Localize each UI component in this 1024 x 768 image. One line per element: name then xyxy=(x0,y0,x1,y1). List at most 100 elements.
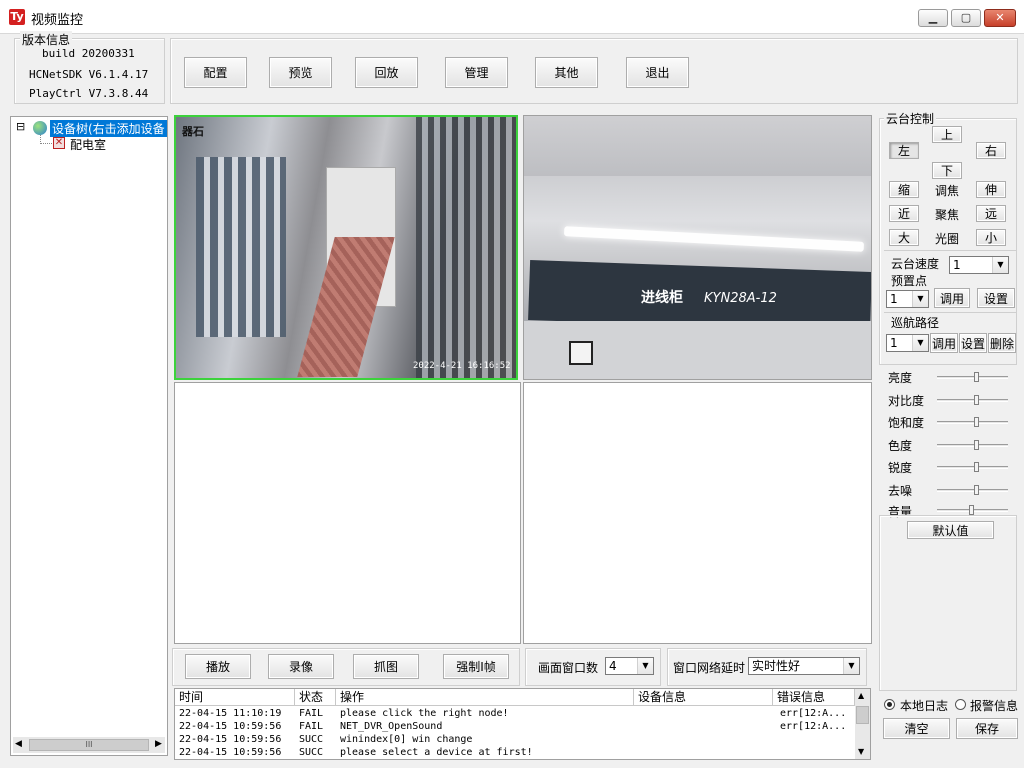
scroll-thumb[interactable] xyxy=(856,706,869,724)
tree-horizontal-scrollbar[interactable]: ◀ III ▶ xyxy=(13,737,165,753)
preview-button[interactable]: 预览 xyxy=(269,57,332,88)
alarm-info-label[interactable]: 报警信息 xyxy=(970,697,1018,714)
hue-label: 色度 xyxy=(888,439,913,453)
scroll-right-icon[interactable]: ▶ xyxy=(155,739,162,749)
tree-child-node[interactable]: 配电室 xyxy=(70,136,106,153)
log-error: err[12:A... xyxy=(780,721,847,732)
contrast-slider[interactable] xyxy=(937,399,1008,402)
column-header-error-info[interactable]: 错误信息 xyxy=(773,689,855,705)
log-error: err[12:A... xyxy=(780,708,847,719)
video-pane-4[interactable] xyxy=(523,382,872,644)
sharpness-slider[interactable] xyxy=(937,466,1008,469)
column-header-time[interactable]: 时间 xyxy=(175,689,295,705)
ptz-right-button[interactable]: 右 xyxy=(976,142,1006,159)
log-vertical-scrollbar[interactable]: ▲ ▼ xyxy=(855,689,870,759)
close-button[interactable]: ✕ xyxy=(984,9,1016,27)
window-count-select[interactable]: 4 ▼ xyxy=(605,657,654,675)
floor-mat xyxy=(297,237,395,377)
denoise-label: 去噪 xyxy=(888,484,913,498)
zoom-in-button[interactable]: 缩 xyxy=(889,181,919,198)
hue-slider[interactable] xyxy=(937,444,1008,447)
focus-near-button[interactable]: 近 xyxy=(889,205,919,222)
scroll-thumb[interactable]: III xyxy=(29,739,149,751)
log-time: 22-04-15 11:10:19 xyxy=(179,708,282,719)
default-values-button[interactable]: 默认值 xyxy=(907,521,994,539)
chevron-down-icon[interactable]: ▼ xyxy=(912,335,928,351)
build-text: build 20200331 xyxy=(42,47,135,60)
cruise-set-button[interactable]: 设置 xyxy=(959,333,987,353)
video-pane-2[interactable]: 进线柜 KYN28A-12 xyxy=(523,115,872,380)
ptz-down-button[interactable]: 下 xyxy=(932,162,962,179)
local-log-label[interactable]: 本地日志 xyxy=(900,697,948,714)
iris-small-button[interactable]: 小 xyxy=(976,229,1006,246)
force-iframe-button[interactable]: 强制I帧 xyxy=(443,654,509,679)
network-delay-select[interactable]: 实时性好 ▼ xyxy=(748,657,860,675)
chevron-down-icon[interactable]: ▼ xyxy=(992,257,1008,273)
hue-thumb[interactable] xyxy=(974,440,979,450)
video-pane-3[interactable] xyxy=(174,382,521,644)
sharpness-label: 锐度 xyxy=(888,461,913,475)
column-header-operation[interactable]: 操作 xyxy=(336,689,634,705)
column-header-device-info[interactable]: 设备信息 xyxy=(634,689,773,705)
iris-big-button[interactable]: 大 xyxy=(889,229,919,246)
volume-thumb[interactable] xyxy=(969,505,974,515)
brightness-slider[interactable] xyxy=(937,376,1008,379)
other-button[interactable]: 其他 xyxy=(535,57,598,88)
ptz-up-button[interactable]: 上 xyxy=(932,126,962,143)
record-button[interactable]: 录像 xyxy=(268,654,334,679)
scroll-left-icon[interactable]: ◀ xyxy=(15,739,22,749)
playback-button[interactable]: 回放 xyxy=(355,57,418,88)
alarm-info-radio[interactable] xyxy=(955,699,966,710)
exit-button[interactable]: 退出 xyxy=(626,57,689,88)
ptz-speed-select[interactable]: 1 ▼ xyxy=(949,256,1009,274)
chevron-down-icon[interactable]: ▼ xyxy=(637,658,653,674)
brightness-label: 亮度 xyxy=(888,371,913,385)
clear-log-button[interactable]: 清空 xyxy=(883,718,950,739)
maximize-icon: ▢ xyxy=(960,11,972,24)
play-button[interactable]: 播放 xyxy=(185,654,251,679)
contrast-thumb[interactable] xyxy=(974,395,979,405)
chevron-down-icon[interactable]: ▼ xyxy=(843,658,859,674)
tree-root-node[interactable]: 设备树(右击添加设备 xyxy=(50,120,167,137)
zoom-out-button[interactable]: 伸 xyxy=(976,181,1006,198)
cruise-call-button[interactable]: 调用 xyxy=(930,333,958,353)
chevron-down-icon[interactable]: ▼ xyxy=(912,291,928,307)
focus-far-button[interactable]: 远 xyxy=(976,205,1006,222)
saturation-slider[interactable] xyxy=(937,421,1008,424)
maximize-button[interactable]: ▢ xyxy=(951,9,981,27)
preset-call-button[interactable]: 调用 xyxy=(934,288,970,308)
saturation-thumb[interactable] xyxy=(974,417,979,427)
camera-feed-incoming-cabinet xyxy=(524,116,871,379)
sharpness-thumb[interactable] xyxy=(974,462,979,472)
manage-button[interactable]: 管理 xyxy=(445,57,508,88)
scroll-up-icon[interactable]: ▲ xyxy=(858,691,864,700)
cabinet-row xyxy=(196,157,286,337)
minimize-button[interactable]: ▁ xyxy=(918,9,948,27)
tree-expand-toggle[interactable]: ⊟ xyxy=(16,120,25,133)
preset-set-button[interactable]: 设置 xyxy=(977,288,1015,308)
capture-button[interactable]: 抓图 xyxy=(353,654,419,679)
column-header-status[interactable]: 状态 xyxy=(295,689,336,705)
log-operation: please click the right node! xyxy=(340,708,509,719)
video-pane-1[interactable]: 器石 2022-4-21 16:16:52 xyxy=(174,115,518,380)
config-button[interactable]: 配置 xyxy=(184,57,247,88)
cruise-delete-button[interactable]: 删除 xyxy=(988,333,1016,353)
denoise-thumb[interactable] xyxy=(974,485,979,495)
cruise-select[interactable]: 1 ▼ xyxy=(886,334,929,352)
log-table[interactable]: 时间 状态 操作 设备信息 错误信息 22-04-15 11:10:19 FAI… xyxy=(174,688,871,760)
brightness-thumb[interactable] xyxy=(974,372,979,382)
denoise-slider[interactable] xyxy=(937,489,1008,492)
sdk-version-text: HCNetSDK V6.1.4.17 xyxy=(29,68,149,81)
saturation-label: 饱和度 xyxy=(888,416,925,430)
cabinet-sign-text: 进线柜 xyxy=(641,290,683,306)
cruise-value: 1 xyxy=(890,336,898,350)
scroll-down-icon[interactable]: ▼ xyxy=(858,747,864,756)
ptz-left-button[interactable]: 左 xyxy=(889,142,919,159)
save-log-button[interactable]: 保存 xyxy=(956,718,1018,739)
preset-select[interactable]: 1 ▼ xyxy=(886,290,929,308)
log-operation: NET_DVR_OpenSound xyxy=(340,721,443,732)
camera-logo-text: 器石 xyxy=(182,125,204,138)
preset-value: 1 xyxy=(890,292,898,306)
local-log-radio[interactable] xyxy=(884,699,895,710)
device-tree[interactable]: ⊟ 设备树(右击添加设备 ✕ 配电室 ◀ III ▶ xyxy=(10,116,168,756)
